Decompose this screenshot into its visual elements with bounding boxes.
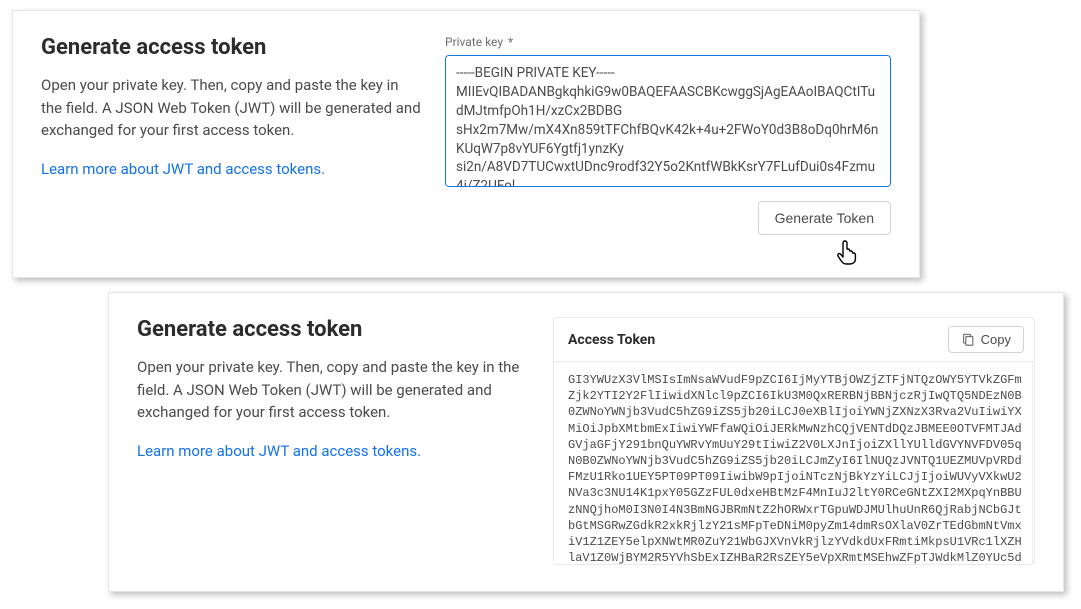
private-key-label: Private key * bbox=[445, 35, 891, 49]
panel2-token-column: Access Token Copy GI3YWU bbox=[553, 317, 1035, 565]
private-key-input[interactable] bbox=[445, 55, 891, 187]
private-key-label-text: Private key bbox=[445, 35, 503, 49]
page-title: Generate access token bbox=[41, 35, 421, 60]
access-token-box: Access Token Copy GI3YWU bbox=[553, 317, 1035, 565]
learn-more-link[interactable]: Learn more about JWT and access tokens. bbox=[41, 160, 421, 178]
page-title: Generate access token bbox=[137, 317, 529, 342]
copy-button[interactable]: Copy bbox=[948, 326, 1024, 353]
instructions-text: Open your private key. Then, copy and pa… bbox=[41, 74, 421, 142]
generate-token-panel-output: Generate access token Open your private … bbox=[108, 292, 1064, 592]
access-token-value[interactable]: GI3YWUzX3VlMSIsImNsaWVudF9pZCI6IjMyYTBjO… bbox=[554, 362, 1032, 564]
panel1-form-column: Private key * Generate Token bbox=[445, 35, 891, 251]
required-asterisk: * bbox=[508, 35, 513, 49]
learn-more-link[interactable]: Learn more about JWT and access tokens. bbox=[137, 442, 529, 460]
copy-button-label: Copy bbox=[981, 332, 1011, 347]
instructions-text: Open your private key. Then, copy and pa… bbox=[137, 356, 529, 424]
panel1-text-column: Generate access token Open your private … bbox=[41, 35, 421, 251]
copy-icon bbox=[961, 333, 975, 347]
access-token-header: Access Token Copy bbox=[554, 318, 1034, 362]
panel2-text-column: Generate access token Open your private … bbox=[137, 317, 529, 565]
generate-token-button[interactable]: Generate Token bbox=[758, 201, 891, 235]
access-token-title: Access Token bbox=[568, 332, 655, 348]
generate-token-panel-input: Generate access token Open your private … bbox=[12, 10, 920, 278]
token-scrollbar[interactable] bbox=[1032, 362, 1034, 564]
